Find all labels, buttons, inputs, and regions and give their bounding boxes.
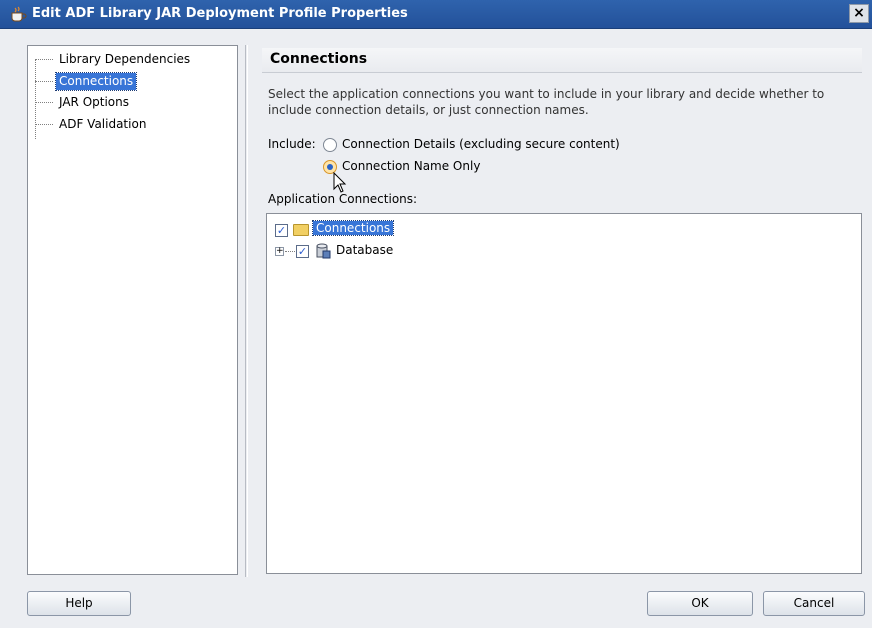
tree-guide-line [35,59,36,139]
tree-node-connections[interactable]: Connections [311,220,395,236]
ok-button[interactable]: OK [647,591,753,616]
expand-icon[interactable]: + [275,247,284,256]
tree-connector [35,59,53,60]
section-header: Connections [262,48,862,73]
description-line: include connection details, or just conn… [268,103,589,117]
coffee-cup-icon [11,6,27,22]
cancel-button[interactable]: Cancel [763,591,865,616]
nav-item-label: JAR Options [59,95,129,109]
database-checkbox[interactable]: ✓ [296,245,309,258]
tree-connector [35,102,53,103]
window-title: Edit ADF Library JAR Deployment Profile … [32,6,408,21]
connections-checkbox[interactable]: ✓ [275,224,288,237]
database-icon [316,243,331,259]
radio-button[interactable] [323,138,337,152]
include-label: Include: [268,137,316,151]
title-bar[interactable]: Edit ADF Library JAR Deployment Profile … [0,0,872,29]
nav-item-label: ADF Validation [59,117,147,131]
folder-icon [293,224,309,236]
tree-connector [35,81,53,82]
mouse-pointer-icon [333,172,347,193]
connections-tree[interactable]: ✓ Connections + ✓ Database [266,213,862,574]
nav-item-label: Library Dependencies [59,52,191,66]
radio-label: Connection Details (excluding secure con… [342,137,620,151]
close-button[interactable]: × [849,4,869,23]
section-title: Connections [270,51,368,67]
description-text: Select the application connections you w… [268,86,848,118]
application-connections-label: Application Connections: [268,192,418,206]
dialog-window: Edit ADF Library JAR Deployment Profile … [0,0,872,628]
tree-node-database[interactable]: Database [336,243,393,257]
help-button[interactable]: Help [27,591,131,616]
close-icon: × [853,5,865,21]
description-line: Select the application connections you w… [268,87,825,101]
tree-connector [35,124,53,125]
tree-connector [285,251,295,252]
panel-splitter[interactable] [245,45,248,577]
radio-label: Connection Name Only [342,159,481,173]
nav-item-label: Connections [54,72,138,91]
category-tree[interactable]: Library Dependencies Connections JAR Opt… [27,45,238,575]
